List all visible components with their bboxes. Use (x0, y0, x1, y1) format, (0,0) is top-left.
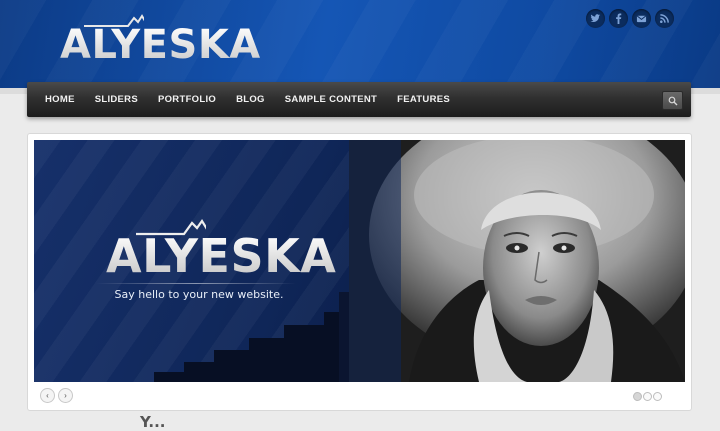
chevron-right-icon: › (64, 391, 67, 400)
slider-pagination (633, 392, 662, 401)
slider-dot[interactable] (633, 392, 642, 401)
intro-heading: Y... (140, 413, 166, 431)
rss-icon[interactable] (655, 9, 674, 28)
site-logo[interactable]: ALYESKA (60, 12, 260, 72)
search-button[interactable] (662, 91, 683, 110)
nav-item-features[interactable]: Features (387, 94, 460, 105)
slider-dot[interactable] (643, 392, 652, 401)
nav-item-sample-content[interactable]: Sample Content (275, 94, 387, 105)
slide-logo: ALYESKA (106, 216, 336, 296)
search-icon (668, 96, 677, 105)
social-links (586, 9, 674, 28)
nav-item-sliders[interactable]: Sliders (85, 94, 148, 105)
nav-menu: Home Sliders Portfolio Blog Sample Conte… (35, 82, 460, 117)
slide-portrait-image (349, 140, 685, 382)
twitter-icon[interactable] (586, 9, 605, 28)
slider-dot[interactable] (653, 392, 662, 401)
slide-divider (96, 283, 296, 284)
main-nav: Home Sliders Portfolio Blog Sample Conte… (27, 82, 691, 117)
slide-logo-text: ALYESKA (106, 229, 337, 283)
facebook-icon[interactable] (609, 9, 628, 28)
email-icon[interactable] (632, 9, 651, 28)
slide: ALYESKA Say hello to your new website. (34, 140, 685, 382)
slider-arrows: ‹ › (40, 388, 73, 403)
slider-prev-button[interactable]: ‹ (40, 388, 55, 403)
nav-item-blog[interactable]: Blog (226, 94, 275, 105)
featured-slider: ALYESKA Say hello to your new website. ‹… (27, 133, 692, 411)
chevron-left-icon: ‹ (46, 391, 49, 400)
logo-text: ALYESKA (60, 22, 261, 68)
nav-item-portfolio[interactable]: Portfolio (148, 94, 226, 105)
slider-next-button[interactable]: › (58, 388, 73, 403)
slide-tagline: Say hello to your new website. (114, 288, 284, 301)
nav-item-home[interactable]: Home (35, 94, 85, 105)
